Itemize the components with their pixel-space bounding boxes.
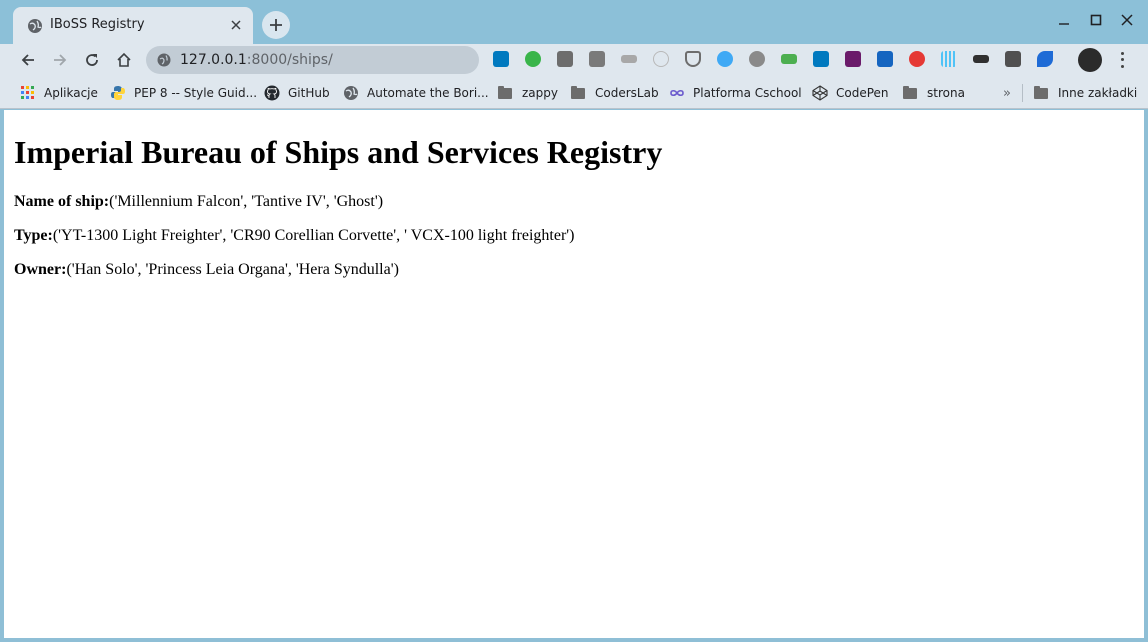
bookmark-aplikacje[interactable]: Aplikacje: [20, 84, 98, 102]
close-window-button[interactable]: [1116, 9, 1138, 31]
maximize-window-button[interactable]: [1085, 9, 1107, 31]
field-value: ('YT-1300 Light Freighter', 'CR90 Corell…: [52, 227, 575, 244]
bookmark-coderslab[interactable]: CodersLab: [571, 84, 659, 102]
minimize-icon: [1059, 23, 1069, 25]
globe-icon: [343, 85, 359, 101]
bookmark-strona[interactable]: strona: [903, 84, 965, 102]
page-content: Imperial Bureau of Ships and Services Re…: [4, 132, 1144, 279]
bookmark-codepen[interactable]: CodePen: [812, 84, 889, 102]
close-icon: [1121, 14, 1133, 26]
refresh-extension-icon[interactable]: [525, 51, 541, 67]
browser-toolbar: 127.0.0.1:8000/ships/: [0, 44, 1148, 76]
columns-extension-icon[interactable]: [589, 51, 605, 67]
forward-button[interactable]: [48, 48, 72, 72]
home-icon: [117, 52, 131, 67]
tab-close-icon[interactable]: [227, 16, 245, 34]
bookmark-label: strona: [927, 86, 965, 100]
new-tab-button[interactable]: [262, 11, 290, 39]
selenium-extension-icon[interactable]: [1005, 51, 1021, 67]
incognito-extension-icon[interactable]: [973, 55, 989, 63]
bookmark-zappy[interactable]: zappy: [498, 84, 558, 102]
bookmark-label: PEP 8 -- Style Guid...: [134, 86, 258, 100]
arrow-right-icon: [54, 54, 67, 66]
ship-owner-field: Owner:('Han Solo', 'Princess Leia Organa…: [14, 261, 1134, 279]
bookmarks-overflow-button[interactable]: »: [1003, 84, 1011, 102]
browser-menu-icon[interactable]: [1116, 50, 1128, 70]
tab-iboss-registry[interactable]: IBoSS Registry: [13, 7, 253, 44]
page-title: Imperial Bureau of Ships and Services Re…: [14, 134, 663, 170]
address-bar[interactable]: 127.0.0.1:8000/ships/: [146, 46, 479, 74]
tab-strip: IBoSS Registry: [0, 0, 1148, 44]
folder-icon: [1034, 85, 1048, 99]
feather-extension-icon[interactable]: [1037, 51, 1053, 67]
colorzilla-extension-icon[interactable]: [909, 51, 925, 67]
globe-icon: [27, 18, 43, 34]
frames-extension-icon[interactable]: [877, 51, 893, 67]
python-icon: [110, 85, 126, 101]
bookmark-label: CodersLab: [595, 86, 659, 100]
url-host: 127.0.0.1: [180, 52, 247, 68]
codepen-icon: [812, 85, 828, 101]
record-extension-icon[interactable]: [749, 51, 765, 67]
apps-grid-icon: [20, 85, 36, 101]
bookmark-inne-zakladki[interactable]: Inne zakładki: [1034, 84, 1137, 102]
bookmark-label: CodePen: [836, 86, 889, 100]
bookmark-label: GitHub: [288, 86, 330, 100]
te-extension-icon[interactable]: [653, 51, 669, 67]
tab-title: IBoSS Registry: [50, 17, 145, 32]
field-value: ('Han Solo', 'Princess Leia Organa', 'He…: [66, 261, 399, 278]
bookmark-pep8[interactable]: PEP 8 -- Style Guid...: [110, 84, 257, 102]
field-value: ('Millennium Falcon', 'Tantive IV', 'Gho…: [109, 193, 384, 210]
maximize-icon: [1090, 14, 1102, 26]
folder-icon: [571, 85, 585, 99]
infinity-icon: [669, 85, 685, 101]
plus-icon: [270, 19, 282, 31]
minimize-window-button[interactable]: [1053, 9, 1075, 31]
reload-icon: [86, 54, 98, 66]
github-icon: [264, 85, 280, 101]
bookmark-platforma-cschool[interactable]: Platforma Cschool: [669, 84, 802, 102]
ship-type-field: Type:('YT-1300 Light Freighter', 'CR90 C…: [14, 227, 1134, 245]
arrow-left-icon: [21, 54, 34, 66]
field-label: Type:: [14, 227, 53, 244]
page-viewport: Imperial Bureau of Ships and Services Re…: [4, 110, 1144, 638]
bookmarks-divider: [1022, 84, 1023, 102]
chevron-double-right-icon: »: [1003, 85, 1011, 101]
bookmark-label: zappy: [522, 86, 558, 100]
bookmark-label: Inne zakładki: [1058, 86, 1138, 100]
home-button[interactable]: [112, 48, 136, 72]
trello-extension-icon[interactable]: [493, 51, 509, 67]
bookmark-label: Automate the Bori...: [367, 86, 489, 100]
url-text: 127.0.0.1:8000/ships/: [180, 52, 333, 68]
trello-board-extension-icon[interactable]: [813, 51, 829, 67]
pocket-extension-icon[interactable]: [685, 51, 701, 67]
profile-avatar[interactable]: [1078, 48, 1102, 72]
field-label: Owner:: [14, 261, 67, 278]
layout-extension-icon[interactable]: [557, 51, 573, 67]
bookmark-label: Platforma Cschool: [693, 86, 802, 100]
grid-dots-extension-icon[interactable]: [941, 51, 957, 67]
bookmark-github[interactable]: GitHub: [264, 84, 330, 102]
folder-icon: [498, 85, 512, 99]
abc-check-extension-icon[interactable]: [781, 54, 797, 64]
bookmarks-bar: Aplikacje PEP 8 -- Style Guid... GitHub …: [0, 76, 1148, 109]
url-path: :8000/ships/: [246, 52, 333, 68]
reload-button[interactable]: [80, 48, 104, 72]
ship-name-field: Name of ship:('Millennium Falcon', 'Tant…: [14, 193, 1134, 211]
folder-icon: [903, 85, 917, 99]
bookmark-automate[interactable]: Automate the Bori...: [343, 84, 489, 102]
site-info-icon[interactable]: [156, 52, 172, 68]
plus-circle-extension-icon[interactable]: [717, 51, 733, 67]
bookmark-label: Aplikacje: [44, 86, 98, 100]
edit-extension-icon[interactable]: [845, 51, 861, 67]
field-label: Name of ship:: [14, 193, 110, 210]
back-button[interactable]: [16, 48, 40, 72]
ruler-extension-icon[interactable]: [621, 55, 637, 63]
